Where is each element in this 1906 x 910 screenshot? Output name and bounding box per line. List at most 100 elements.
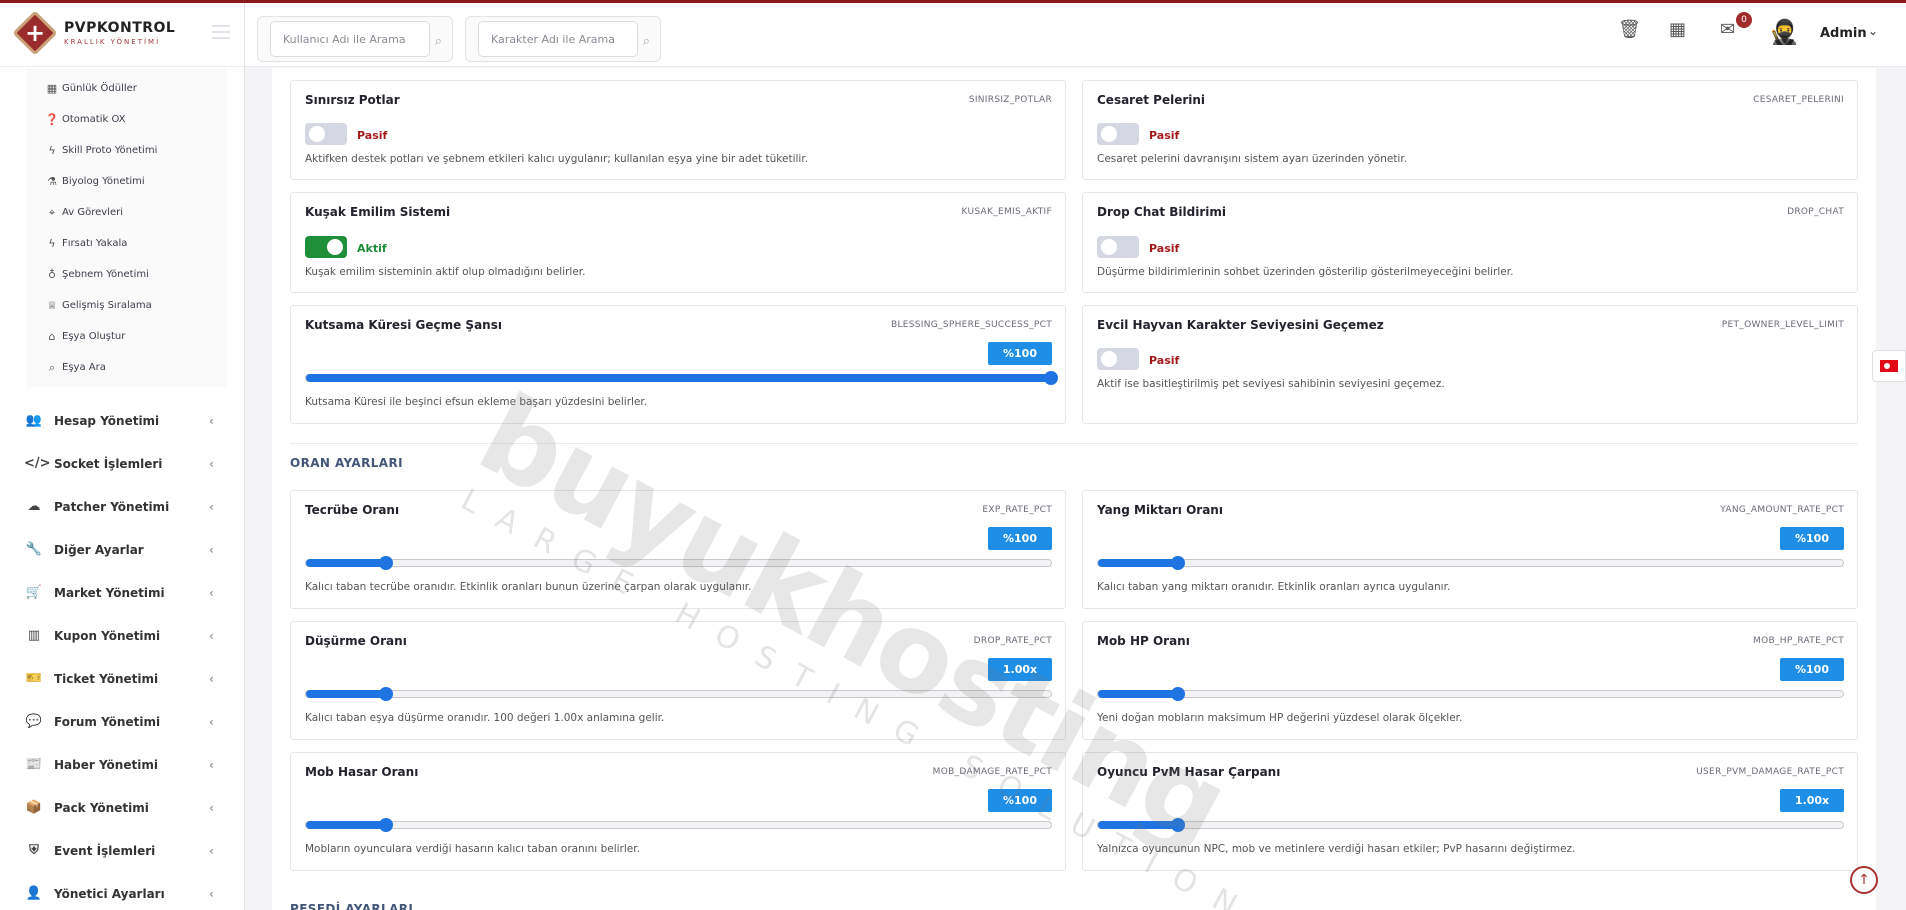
trash-icon[interactable]: 🗑: [1618, 19, 1641, 40]
value-badge: %100: [988, 527, 1052, 550]
slider-fill: [306, 559, 386, 567]
menu-item-hesap[interactable]: 👥 Hesap Yönetimi ‹: [0, 399, 244, 442]
submenu-item-siralama[interactable]: ♕ Gelişmiş Sıralama: [44, 290, 226, 321]
chevron-left-icon: ‹: [209, 714, 214, 729]
submenu-item-gunluk-oduller[interactable]: ▦ Günlük Ödüller: [44, 73, 226, 104]
scroll-to-top-button[interactable]: ↑: [1850, 866, 1878, 894]
menu-item-event[interactable]: ⛨ Event İşlemleri ‹: [0, 829, 244, 872]
slider-thumb[interactable]: [378, 556, 393, 570]
setting-title: Kutsama Küresi Geçme Şansı: [305, 318, 502, 332]
admin-name[interactable]: Admin: [1820, 26, 1867, 41]
search-icon[interactable]: ⌕: [643, 34, 650, 49]
setting-key: MOB_DAMAGE_RATE_PCT: [932, 767, 1052, 777]
slider-thumb[interactable]: [1170, 818, 1185, 832]
toggle-switch[interactable]: [1097, 348, 1139, 370]
barcode-icon: ▥: [27, 628, 41, 643]
toggle-switch[interactable]: [1097, 123, 1139, 145]
bolt-icon: ϟ: [48, 237, 56, 250]
setting-key: YANG_AMOUNT_RATE_PCT: [1720, 505, 1844, 515]
character-search-input[interactable]: [478, 21, 638, 57]
setting-description: Kalıcı taban yang miktarı oranıdır. Etki…: [1097, 581, 1451, 593]
submenu-item-sebnem[interactable]: ♁ Şebnem Yönetimi: [44, 259, 226, 290]
cloud-upload-icon: ☁: [27, 499, 41, 514]
range-slider[interactable]: [305, 556, 1052, 570]
toggle-switch[interactable]: [305, 236, 347, 258]
status-label: Aktif: [357, 242, 387, 255]
range-slider[interactable]: [1097, 556, 1844, 570]
setting-description: Düşürme bildirimlerinin sohbet üzerinden…: [1097, 266, 1514, 278]
slider-fill: [306, 821, 386, 829]
user-search-box: ⌕: [257, 16, 453, 62]
calendar-icon[interactable]: ▦: [1669, 19, 1686, 40]
bolt-icon: ϟ: [48, 144, 56, 157]
user-shield-icon: 👤: [25, 886, 43, 901]
setting-key: SINIRSIZ_POTLAR: [968, 95, 1052, 105]
slider-thumb[interactable]: [1170, 687, 1185, 701]
menu-item-yonetici[interactable]: 👤 Yönetici Ayarları ‹: [0, 872, 244, 910]
setting-description: Mobların oyunculara verdiği hasarın kalı…: [305, 843, 640, 855]
language-selector[interactable]: [1872, 350, 1906, 382]
comments-icon: 💬: [25, 714, 43, 729]
range-slider[interactable]: [1097, 687, 1844, 701]
user-search-input[interactable]: [270, 21, 430, 57]
submenu-item-skill-proto[interactable]: ϟ Skill Proto Yönetimi: [44, 135, 226, 166]
slider-thumb[interactable]: [1044, 371, 1058, 385]
submenu-item-av-gorevleri[interactable]: ⌖ Av Görevleri: [44, 197, 226, 228]
menu-item-patcher[interactable]: ☁ Patcher Yönetimi ‹: [0, 485, 244, 528]
setting-key: BLESSING_SPHERE_SUCCESS_PCT: [891, 320, 1052, 330]
range-slider[interactable]: [1097, 818, 1844, 832]
submenu-item-otomatik-ox[interactable]: ❓ Otomatik OX: [44, 104, 226, 135]
menu-item-haber[interactable]: 📰 Haber Yönetimi ‹: [0, 743, 244, 786]
setting-title: Mob HP Oranı: [1097, 634, 1190, 648]
wrench-icon: 🔧: [25, 542, 43, 557]
toggle-switch[interactable]: [305, 123, 347, 145]
section-title-next: PEŞEDİ AYARLARI: [290, 902, 414, 910]
top-accent-line: [0, 0, 1906, 3]
slider-thumb[interactable]: [378, 687, 393, 701]
menu-item-kupon[interactable]: ▥ Kupon Yönetimi ‹: [0, 614, 244, 657]
menu-item-socket[interactable]: </> Socket İşlemleri ‹: [0, 442, 244, 485]
brand-subtitle: KRALLIK YÖNETİMİ: [64, 38, 161, 46]
menu-item-pack[interactable]: 📦 Pack Yönetimi ‹: [0, 786, 244, 829]
menu-item-forum[interactable]: 💬 Forum Yönetimi ‹: [0, 700, 244, 743]
avatar[interactable]: 🥷: [1766, 14, 1802, 50]
menu-item-diger-ayarlar[interactable]: 🔧 Diğer Ayarlar ‹: [0, 528, 244, 571]
main-menu: 👥 Hesap Yönetimi ‹ </> Socket İşlemleri ‹ ☁ P…: [0, 399, 244, 910]
setting-card-evcil-hayvan: Evcil Hayvan Karakter Seviyesini Geçemez…: [1082, 305, 1858, 424]
submenu-item-firsati-yakala[interactable]: ϟ Fırsatı Yakala: [44, 228, 226, 259]
value-badge: %100: [988, 789, 1052, 812]
range-slider[interactable]: [305, 371, 1058, 385]
toggle-switch[interactable]: [1097, 236, 1139, 258]
setting-card-kusak-emilim: Kuşak Emilim Sistemi KUSAK_EMIS_AKTIF Ak…: [290, 192, 1066, 293]
submenu-item-esya-olustur[interactable]: ⌂ Eşya Oluştur: [44, 321, 226, 352]
slider-thumb[interactable]: [1170, 556, 1185, 570]
submenu-item-esya-ara[interactable]: ⌕ Eşya Ara: [44, 352, 226, 383]
setting-title: Mob Hasar Oranı: [305, 765, 419, 779]
slider-fill: [1098, 559, 1178, 567]
setting-title: Yang Miktarı Oranı: [1097, 503, 1223, 517]
menu-toggle-icon[interactable]: [212, 25, 230, 43]
setting-key: MOB_HP_RATE_PCT: [1753, 636, 1844, 646]
shield-icon: ⛨: [29, 843, 39, 858]
menu-item-ticket[interactable]: 🎫 Ticket Yönetimi ‹: [0, 657, 244, 700]
slider-thumb[interactable]: [378, 818, 393, 832]
range-slider[interactable]: [305, 687, 1052, 701]
value-badge: %100: [1780, 658, 1844, 681]
section-title-oran-ayarlari: ORAN AYARLARI: [290, 456, 403, 470]
chevron-down-icon[interactable]: ⌄: [1868, 24, 1878, 38]
trophy-icon: ♕: [47, 299, 57, 312]
logo-icon: +: [12, 10, 58, 56]
arrow-up-icon: ↑: [1858, 872, 1870, 888]
rate-card-yang: Yang Miktarı Oranı YANG_AMOUNT_RATE_PCT …: [1082, 490, 1858, 609]
code-icon: </>: [24, 456, 51, 471]
settings-content: Sınırsız Potlar SINIRSIZ_POTLAR Pasif Ak…: [272, 68, 1876, 910]
setting-key: USER_PVM_DAMAGE_RATE_PCT: [1696, 767, 1844, 777]
submenu-item-biyolog[interactable]: ⚗ Biyolog Yönetimi: [44, 166, 226, 197]
top-header: ⌕ ⌕: [245, 3, 1906, 67]
range-slider[interactable]: [305, 818, 1052, 832]
turkey-flag-icon: [1880, 360, 1898, 372]
search-icon[interactable]: ⌕: [435, 34, 442, 49]
brand[interactable]: + PVPKONTROL KRALLIK YÖNETİMİ: [0, 0, 244, 67]
menu-item-market[interactable]: 🛒 Market Yönetimi ‹: [0, 571, 244, 614]
mail-icon[interactable]: ✉: [1720, 19, 1735, 40]
